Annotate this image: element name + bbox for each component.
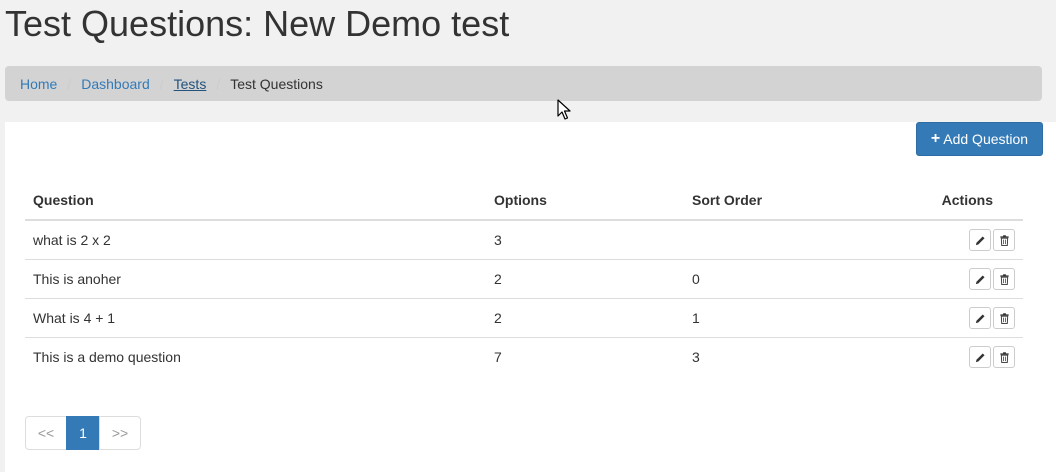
questions-panel: + Add Question Question Options Sort Ord… <box>5 122 1056 472</box>
pagination: << 1 >> <box>25 416 141 450</box>
delete-button[interactable] <box>993 268 1015 290</box>
options-cell: 2 <box>486 259 684 299</box>
edit-button[interactable] <box>969 346 991 368</box>
plus-icon: + <box>930 130 941 147</box>
page-title: Test Questions: New Demo test <box>5 3 510 44</box>
delete-button[interactable] <box>993 307 1015 329</box>
question-cell: This is anoher <box>25 259 486 299</box>
question-cell: What is 4 + 1 <box>25 298 486 338</box>
table-row: what is 2 x 2 3 <box>25 220 1023 260</box>
trash-icon <box>999 273 1009 285</box>
column-header-question: Question <box>25 181 486 221</box>
pagination-prev[interactable]: << <box>25 416 67 450</box>
breadcrumb-separator: / <box>216 75 221 92</box>
options-cell: 2 <box>486 298 684 338</box>
pencil-icon <box>975 313 985 323</box>
actions-cell <box>933 220 1023 260</box>
edit-button[interactable] <box>969 307 991 329</box>
breadcrumb-separator: / <box>159 75 164 92</box>
actions-cell <box>933 259 1023 299</box>
edit-button[interactable] <box>969 268 991 290</box>
breadcrumb-current: Test Questions <box>230 75 323 92</box>
actions-cell <box>933 337 1023 376</box>
table-row: This is anoher 2 0 <box>25 259 1023 299</box>
add-question-label: Add Question <box>943 131 1029 147</box>
table-row: What is 4 + 1 2 1 <box>25 298 1023 338</box>
pencil-icon <box>975 352 985 362</box>
pencil-icon <box>975 274 985 284</box>
actions-cell <box>933 298 1023 338</box>
breadcrumb-dashboard-link[interactable]: Dashboard <box>81 76 150 92</box>
table-row: This is a demo question 7 3 <box>25 337 1023 376</box>
column-header-actions: Actions <box>933 181 1023 221</box>
add-question-button[interactable]: + Add Question <box>916 122 1043 156</box>
sort-order-cell: 0 <box>684 259 933 299</box>
trash-icon <box>999 234 1009 246</box>
breadcrumb-tests-link[interactable]: Tests <box>174 76 207 92</box>
table-header-row: Question Options Sort Order Actions <box>25 181 1023 221</box>
mouse-cursor-icon <box>557 99 571 120</box>
question-cell: This is a demo question <box>25 337 486 376</box>
options-cell: 7 <box>486 337 684 376</box>
questions-table: Question Options Sort Order Actions what… <box>25 181 1023 376</box>
edit-button[interactable] <box>969 229 991 251</box>
trash-icon <box>999 351 1009 363</box>
column-header-sort-order: Sort Order <box>684 181 933 221</box>
breadcrumb: Home / Dashboard / Tests / Test Question… <box>5 66 1042 101</box>
question-cell: what is 2 x 2 <box>33 232 111 248</box>
sort-order-cell: 1 <box>684 298 933 338</box>
breadcrumb-separator: / <box>67 75 72 92</box>
sort-order-cell: 3 <box>684 337 933 376</box>
delete-button[interactable] <box>993 346 1015 368</box>
trash-icon <box>999 312 1009 324</box>
column-header-options: Options <box>486 181 684 221</box>
pagination-next[interactable]: >> <box>99 416 141 450</box>
breadcrumb-home-link[interactable]: Home <box>20 76 57 92</box>
pagination-page-1[interactable]: 1 <box>66 416 100 450</box>
sort-order-cell <box>684 220 933 260</box>
options-cell: 3 <box>494 232 502 248</box>
pencil-icon <box>975 235 985 245</box>
delete-button[interactable] <box>993 229 1015 251</box>
